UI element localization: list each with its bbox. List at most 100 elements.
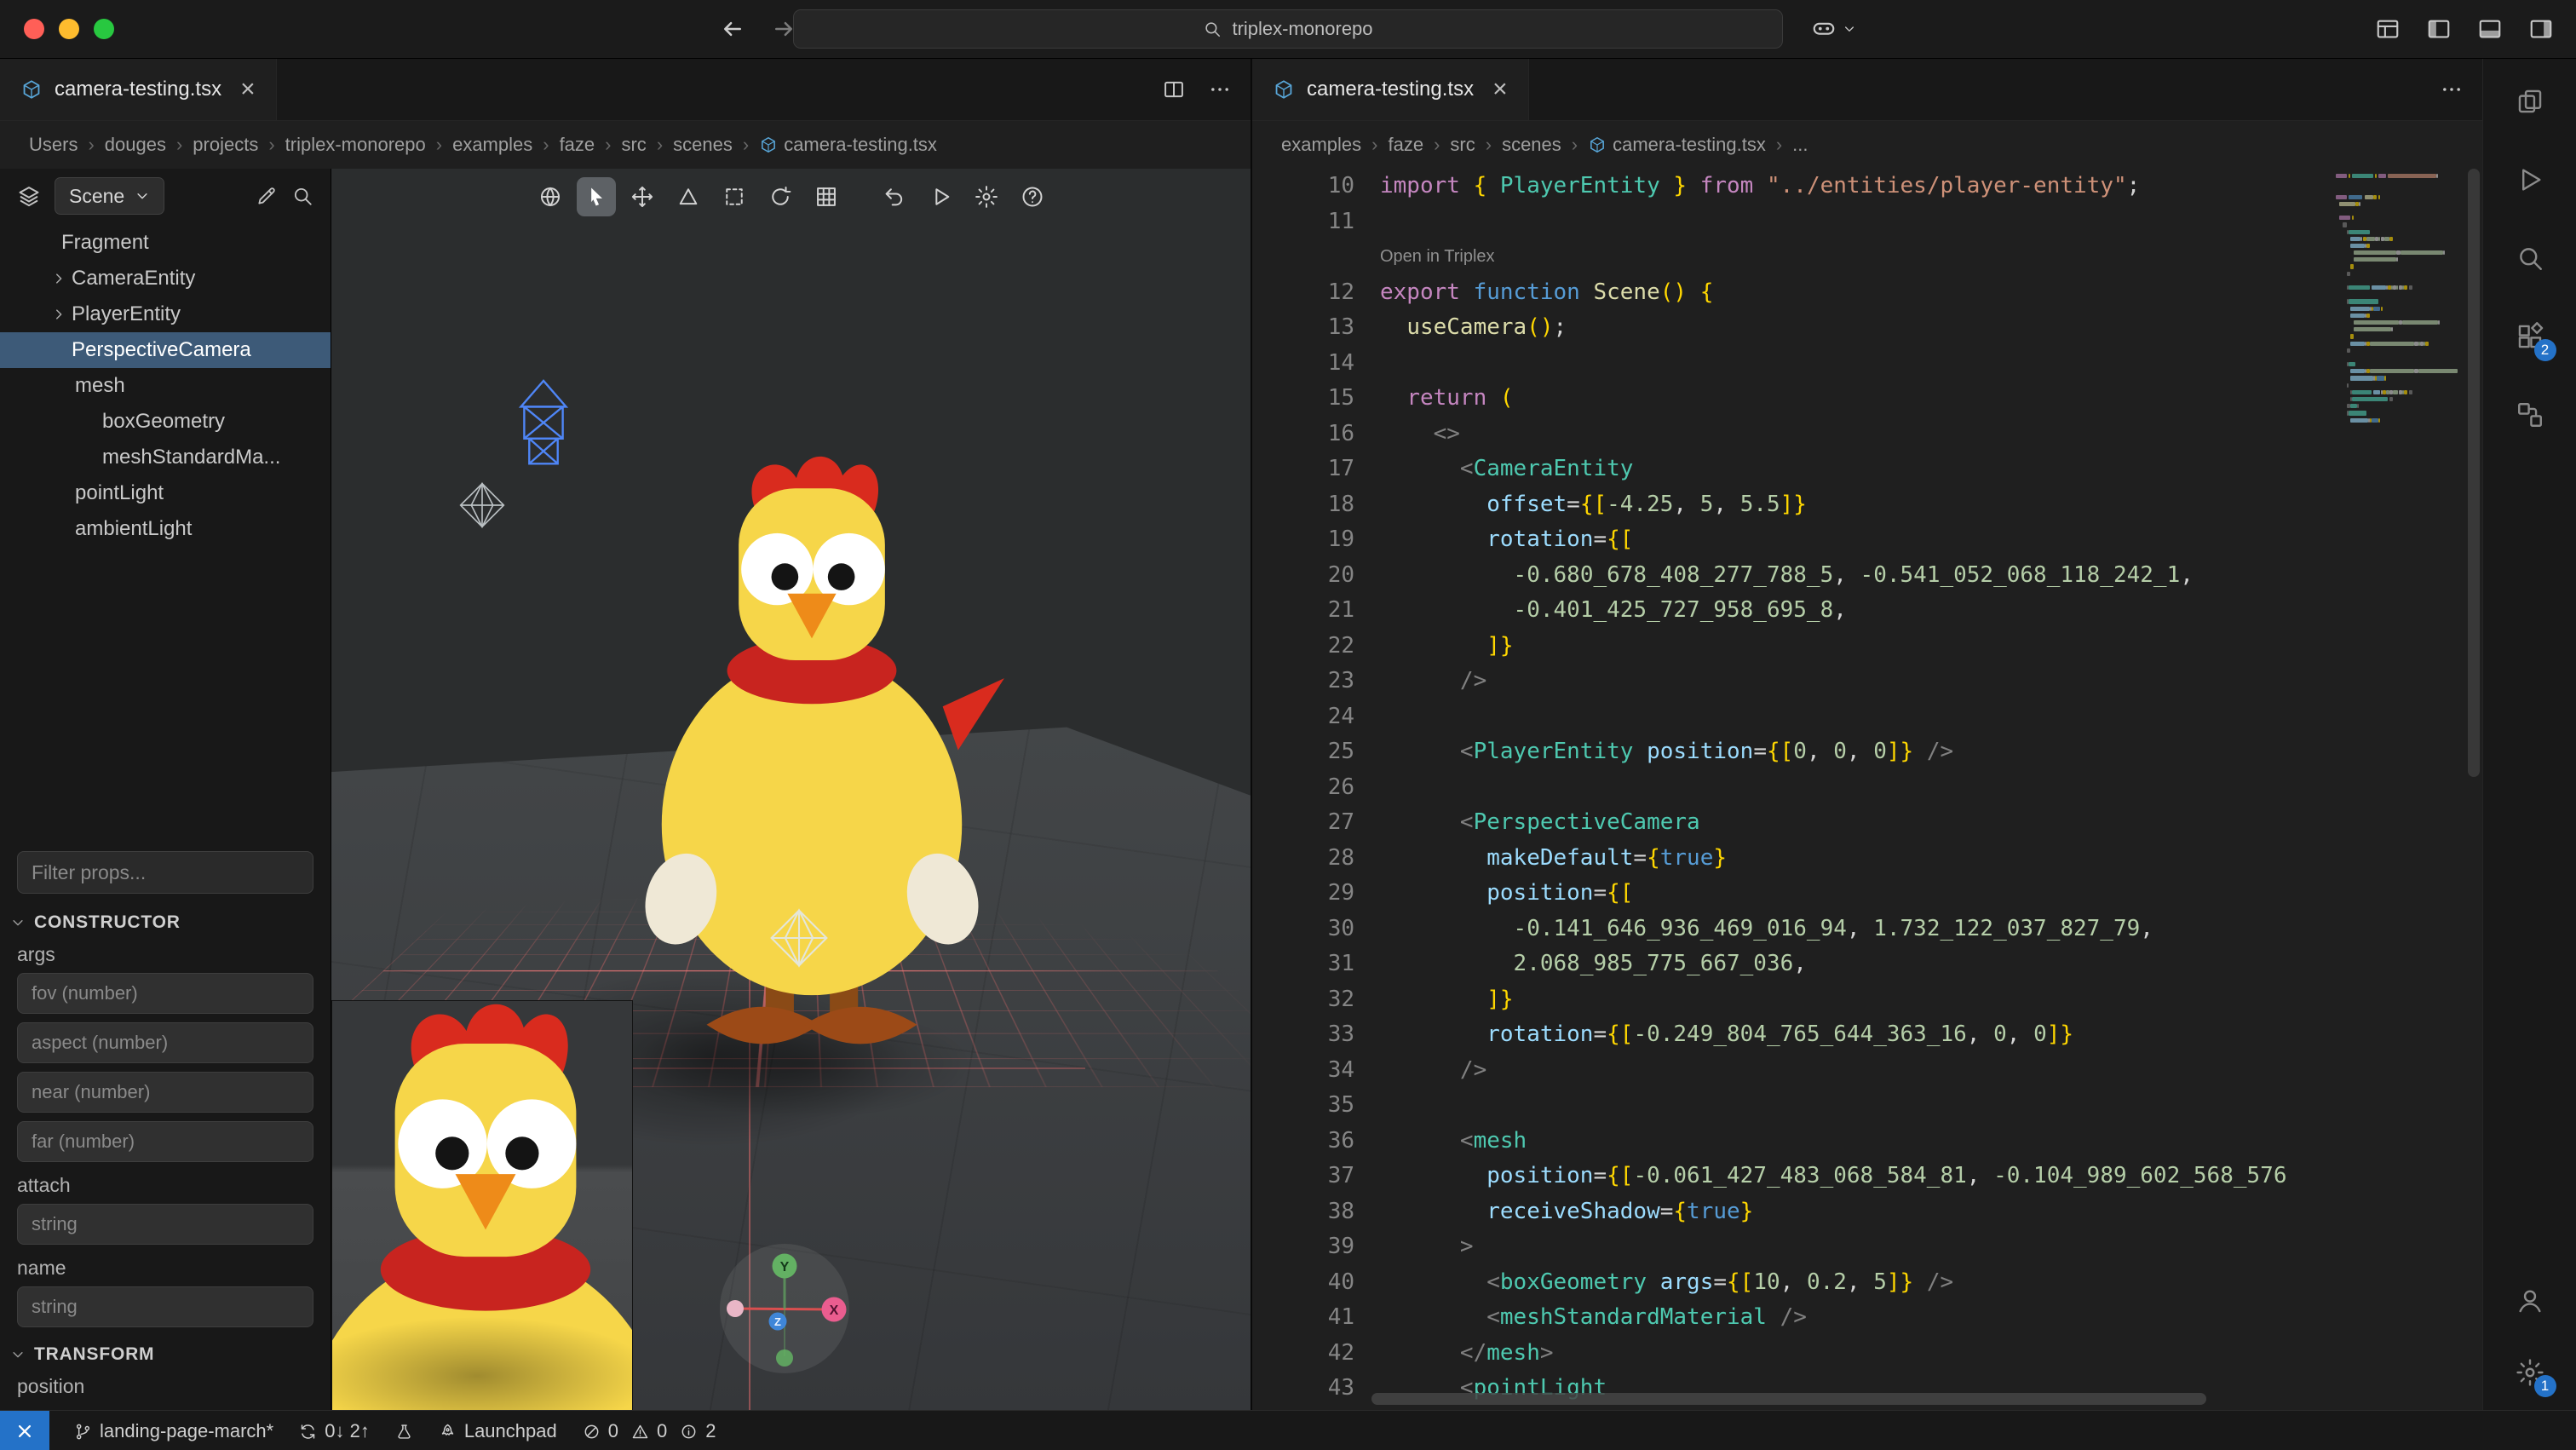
tree-item-ambientlight[interactable]: ambientLight <box>0 511 331 547</box>
help-tool[interactable] <box>1013 177 1052 216</box>
code-line[interactable]: 12export function Scene() { <box>1252 275 2482 311</box>
viewport-canvas[interactable]: Y X Z <box>331 169 1251 1410</box>
scale-tool[interactable] <box>715 177 754 216</box>
command-center-search[interactable]: triplex-monorepo <box>793 9 1783 49</box>
code-line[interactable]: 35 <box>1252 1088 2482 1124</box>
scene-selector[interactable]: Scene <box>55 177 164 215</box>
tab-camera-testing-code[interactable]: camera-testing.tsx × <box>1252 59 1529 120</box>
close-window-button[interactable] <box>24 19 44 39</box>
prop-input[interactable] <box>17 973 313 1014</box>
tree-item-mesh[interactable]: mesh <box>0 368 331 404</box>
prop-input[interactable] <box>17 1121 313 1162</box>
code-line[interactable]: 30 -0.141_646_936_469_016_94, 1.732_122_… <box>1252 912 2482 947</box>
globe-tool[interactable] <box>531 177 570 216</box>
code-line[interactable]: 41 <meshStandardMaterial /> <box>1252 1300 2482 1336</box>
more-actions-icon[interactable] <box>1208 78 1232 101</box>
section-header-transform[interactable]: TRANSFORM <box>0 1336 331 1372</box>
tree-item-cameraentity[interactable]: CameraEntity <box>0 261 331 296</box>
run-debug-icon[interactable] <box>2510 159 2550 200</box>
customize-layout-icon[interactable] <box>2375 16 2401 42</box>
problems-indicator[interactable]: 0 0 2 <box>570 1411 729 1450</box>
breadcrumb-item[interactable]: examples <box>452 134 532 156</box>
code-line[interactable]: 15 return ( <box>1252 381 2482 417</box>
move-tool[interactable] <box>623 177 662 216</box>
symbols-icon[interactable] <box>2510 394 2550 435</box>
translate-gizmo[interactable] <box>768 906 831 970</box>
code-line[interactable]: 29 position={[ <box>1252 876 2482 912</box>
tab-close-icon[interactable]: × <box>1492 77 1508 102</box>
code-line[interactable]: 16 <> <box>1252 417 2482 452</box>
breadcrumb-item[interactable]: scenes <box>1502 134 1561 156</box>
code-line[interactable]: 34 /> <box>1252 1053 2482 1089</box>
code-line[interactable]: 10import { PlayerEntity } from "../entit… <box>1252 169 2482 204</box>
layers-icon[interactable] <box>17 184 41 208</box>
code-line[interactable]: 21 -0.401_425_727_958_695_8, <box>1252 593 2482 629</box>
prop-input[interactable] <box>17 1022 313 1063</box>
launchpad-button[interactable]: Launchpad <box>426 1411 570 1450</box>
breadcrumb-item[interactable]: triplex-monorepo <box>285 134 426 156</box>
prop-input[interactable] <box>17 1072 313 1113</box>
chevron-right-icon[interactable] <box>46 271 72 286</box>
code-editor[interactable]: 10import { PlayerEntity } from "../entit… <box>1252 169 2482 1410</box>
breadcrumb-item[interactable]: ... <box>1792 134 1808 156</box>
breadcrumb-item[interactable]: projects <box>193 134 258 156</box>
axis-neg-y-handle[interactable] <box>776 1349 793 1367</box>
tree-item-fragment[interactable]: Fragment <box>0 225 331 261</box>
toggle-right-panel-icon[interactable] <box>2528 16 2554 42</box>
code-line[interactable]: 27 <PerspectiveCamera <box>1252 805 2482 841</box>
code-line[interactable]: 32 ]} <box>1252 982 2482 1018</box>
code-line[interactable]: 38 receiveShadow={true} <box>1252 1194 2482 1230</box>
code-line[interactable]: 40 <boxGeometry args={[10, 0.2, 5]} /> <box>1252 1265 2482 1301</box>
triplex-logo[interactable] <box>0 1411 49 1450</box>
codelens-open-in-triplex[interactable]: Open in Triplex <box>1252 239 2482 275</box>
code-line[interactable]: 19 rotation={[ <box>1252 522 2482 558</box>
tree-item-perspectivecamera[interactable]: PerspectiveCamera <box>0 332 331 368</box>
code-line[interactable]: 31 2.068_985_775_667_036, <box>1252 947 2482 982</box>
code-line[interactable]: 18 offset={[-4.25, 5, 5.5]} <box>1252 487 2482 523</box>
orientation-gizmo[interactable]: Y X Z <box>716 1240 853 1377</box>
breadcrumb-item[interactable]: faze <box>1388 134 1423 156</box>
filter-props-input[interactable] <box>17 851 313 894</box>
back-icon[interactable] <box>720 16 745 42</box>
settings-gear-icon[interactable]: 1 <box>2510 1352 2550 1393</box>
breadcrumb-item[interactable]: scenes <box>673 134 733 156</box>
grid-tool[interactable] <box>807 177 846 216</box>
sync-indicator[interactable]: 0↓ 2↑ <box>286 1411 382 1450</box>
code-line[interactable]: 24 <box>1252 699 2482 735</box>
split-editor-icon[interactable] <box>1162 78 1186 101</box>
tree-item-boxgeometry[interactable]: boxGeometry <box>0 404 331 440</box>
breadcrumb-item[interactable]: camera-testing.tsx <box>759 134 937 156</box>
more-actions-icon[interactable] <box>2440 78 2464 101</box>
code-line[interactable]: 36 <mesh <box>1252 1124 2482 1159</box>
code-line[interactable]: 25 <PlayerEntity position={[0, 0, 0]} /> <box>1252 734 2482 770</box>
code-line[interactable]: 11 <box>1252 204 2482 240</box>
section-header-constructor[interactable]: CONSTRUCTOR <box>0 904 331 940</box>
code-line[interactable]: 42 </mesh> <box>1252 1336 2482 1372</box>
chevron-right-icon[interactable] <box>46 307 72 322</box>
tree-item-meshstandardma[interactable]: meshStandardMa... <box>0 440 331 475</box>
breadcrumb-item[interactable]: camera-testing.tsx <box>1588 134 1766 156</box>
prop-input[interactable] <box>17 1204 313 1245</box>
code-line[interactable]: 22 ]} <box>1252 629 2482 665</box>
copilot-menu[interactable] <box>1811 0 1856 58</box>
code-line[interactable]: 37 position={[-0.061_427_483_068_584_81,… <box>1252 1159 2482 1194</box>
code-line[interactable]: 33 rotation={[-0.249_804_765_644_363_16,… <box>1252 1017 2482 1053</box>
tree-item-pointlight[interactable]: pointLight <box>0 475 331 511</box>
light-gizmo[interactable] <box>457 480 507 530</box>
code-line[interactable]: 28 makeDefault={true} <box>1252 841 2482 877</box>
breadcrumb-item[interactable]: src <box>1450 134 1475 156</box>
explorer-icon[interactable] <box>2510 81 2550 122</box>
branch-indicator[interactable]: landing-page-march* <box>61 1411 286 1450</box>
camera-gizmo[interactable] <box>514 378 573 479</box>
zoom-window-button[interactable] <box>94 19 114 39</box>
play-tool[interactable] <box>921 177 960 216</box>
extensions-icon[interactable]: 2 <box>2510 316 2550 357</box>
search-icon[interactable] <box>2510 238 2550 279</box>
code-line[interactable]: 39 > <box>1252 1229 2482 1265</box>
chicken-model[interactable] <box>619 450 1004 1066</box>
account-icon[interactable] <box>2510 1280 2550 1321</box>
rotate-tool[interactable] <box>669 177 708 216</box>
tab-close-icon[interactable]: × <box>240 77 256 102</box>
breadcrumb-item[interactable]: examples <box>1281 134 1361 156</box>
breadcrumb-item[interactable]: Users <box>29 134 78 156</box>
